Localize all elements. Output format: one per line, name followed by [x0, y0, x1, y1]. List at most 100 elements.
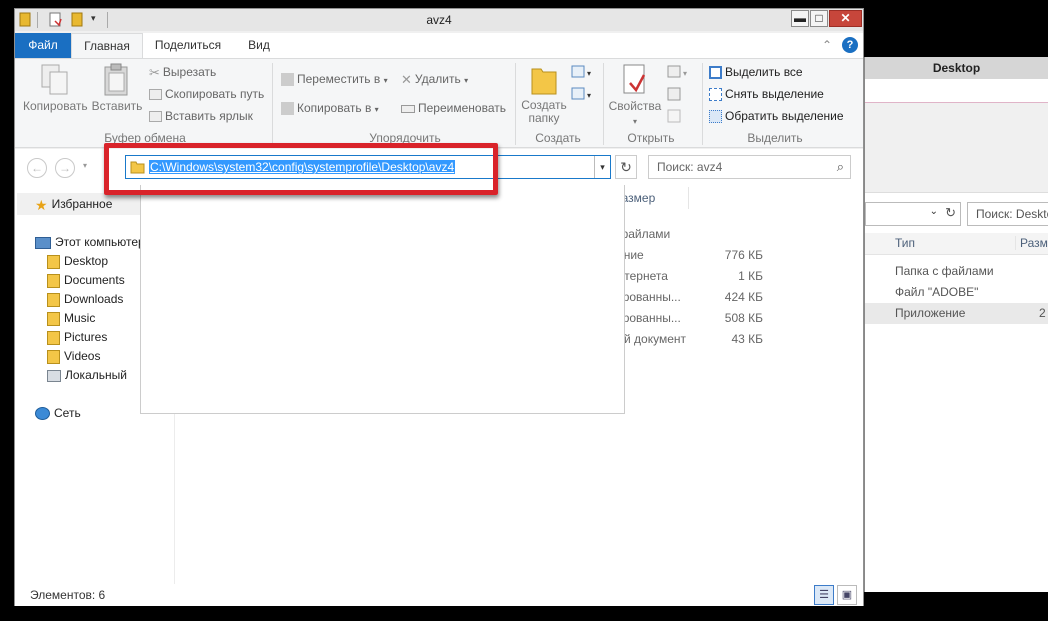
properties-icon: [623, 64, 646, 94]
group-label-open: Открыть: [627, 131, 675, 145]
copy-path-button[interactable]: Скопировать путь: [149, 87, 264, 101]
search-input[interactable]: Поиск: avz4 ⌕: [648, 155, 851, 179]
search-icon: ⌕: [836, 159, 844, 174]
list-item[interactable]: Приложение 2: [865, 303, 1048, 324]
status-bar: Элементов: 6 ☰ ▣: [15, 584, 863, 606]
search-placeholder: Поиск: avz4: [657, 160, 723, 174]
paste-shortcut-button[interactable]: Вставить ярлык: [149, 109, 253, 123]
refresh-button[interactable]: ↻: [615, 155, 637, 179]
history-icon[interactable]: [667, 109, 681, 126]
copy-to-icon: [281, 102, 294, 116]
column-type[interactable]: Тип: [895, 236, 915, 250]
invert-selection-button[interactable]: Обратить выделение: [709, 109, 844, 124]
delete-button[interactable]: ✕ Удалить ▾: [401, 72, 468, 88]
address-autocomplete-dropdown[interactable]: [140, 185, 625, 414]
nav-network[interactable]: Сеть: [35, 404, 81, 422]
drive-icon: [47, 369, 61, 382]
computer-icon: [35, 236, 51, 249]
ribbon: Копировать Вставить ✂ Вырезать Скопироват…: [15, 58, 863, 148]
svg-text:▾: ▾: [683, 69, 687, 78]
list-item[interactable]: Папка с файлами: [865, 261, 1048, 282]
nav-item-documents[interactable]: Documents: [47, 271, 125, 289]
easy-access-icon[interactable]: ▾: [571, 87, 595, 104]
explorer-window: ▾ avz4 ▬ □ ✕ Файл Главная Поделиться Вид…: [14, 8, 864, 606]
back-button[interactable]: ←: [27, 158, 47, 178]
background-column-header: Тип Разме: [865, 233, 1048, 255]
delete-icon: ✕: [401, 72, 412, 87]
star-icon: ★: [35, 196, 48, 213]
network-icon: [35, 407, 50, 421]
new-item-icon[interactable]: ▾: [571, 65, 595, 82]
chevron-down-icon[interactable]: ▾: [594, 156, 610, 178]
folder-icon: [47, 349, 60, 364]
maximize-button[interactable]: □: [810, 10, 828, 27]
folder-icon: [47, 254, 60, 269]
copy-icon: [41, 64, 68, 95]
copy-button[interactable]: Копировать: [23, 63, 88, 113]
file-row[interactable]: лированны... 508 КБ: [609, 308, 763, 329]
background-search-input[interactable]: Поиск: Deskto: [967, 202, 1048, 226]
svg-text:▾: ▾: [587, 69, 591, 78]
large-icons-view-icon[interactable]: ▣: [837, 585, 857, 605]
copy-to-button[interactable]: Копировать в ▾: [281, 101, 379, 116]
shortcut-icon: [149, 111, 162, 123]
file-row[interactable]: с файлами: [609, 224, 763, 245]
background-address-bar[interactable]: ⌄ ↻: [865, 202, 961, 226]
rename-button[interactable]: Переименовать: [401, 101, 506, 115]
copy-path-icon: [149, 89, 162, 101]
minimize-button[interactable]: ▬: [791, 10, 809, 27]
tab-file[interactable]: Файл: [15, 33, 71, 58]
invert-selection-icon: [709, 110, 722, 124]
folder-icon: [47, 330, 60, 345]
file-row[interactable]: лированны... 424 КБ: [609, 287, 763, 308]
nav-favorites-label[interactable]: ★ Избранное: [35, 195, 112, 213]
window-title: avz4: [426, 13, 452, 27]
file-row[interactable]: Интернета 1 КБ: [609, 266, 763, 287]
tab-home[interactable]: Главная: [71, 33, 143, 58]
details-view-icon[interactable]: ☰: [814, 585, 834, 605]
nav-item-desktop[interactable]: Desktop: [47, 252, 108, 270]
folder-icon: [47, 273, 60, 288]
nav-item-music[interactable]: Music: [47, 309, 95, 327]
nav-item-videos[interactable]: Videos: [47, 347, 100, 365]
tab-view[interactable]: Вид: [241, 33, 277, 58]
chevron-down-icon[interactable]: ⌄: [930, 206, 938, 217]
select-none-icon: [709, 88, 722, 102]
move-to-button[interactable]: Переместить в ▾: [281, 72, 388, 87]
tab-share[interactable]: Поделиться: [146, 33, 230, 58]
folder-icon: [47, 292, 60, 307]
close-button[interactable]: ✕: [829, 10, 862, 27]
select-none-button[interactable]: Снять выделение: [709, 87, 824, 102]
svg-text:▾: ▾: [587, 91, 591, 100]
background-window: Desktop ⌄ ↻ Поиск: Deskto Тип Разме Папк…: [864, 57, 1048, 592]
edit-icon[interactable]: [667, 87, 681, 104]
paste-button[interactable]: Вставить: [89, 63, 145, 113]
new-folder-button[interactable]: Создать папку: [520, 63, 568, 125]
background-window-title: Desktop: [865, 57, 1048, 79]
properties-button[interactable]: Свойства ▾: [607, 63, 663, 127]
item-count: Элементов: 6: [30, 588, 106, 602]
column-size[interactable]: Разме: [1015, 236, 1048, 250]
nav-item-local-disk[interactable]: Локальный: [47, 366, 127, 384]
rename-icon: [401, 104, 415, 113]
list-item[interactable]: Файл "ADOBE": [865, 282, 1048, 303]
refresh-icon[interactable]: ↻: [945, 205, 956, 221]
group-label-select: Выделить: [747, 131, 803, 145]
file-row[interactable]: жение 776 КБ: [609, 245, 763, 266]
file-row[interactable]: вый документ 43 КБ: [609, 329, 763, 350]
nav-item-downloads[interactable]: Downloads: [47, 290, 123, 308]
nav-this-pc[interactable]: Этот компьютер: [35, 233, 145, 251]
forward-button[interactable]: →: [55, 158, 75, 178]
recent-locations-icon[interactable]: ▾: [83, 161, 87, 170]
help-icon[interactable]: ?: [842, 37, 858, 53]
cut-button[interactable]: ✂ Вырезать: [149, 65, 216, 81]
ribbon-tabs: Файл Главная Поделиться Вид ⌃ ?: [15, 33, 863, 58]
select-all-button[interactable]: Выделить все: [709, 65, 803, 80]
red-highlight-box: [104, 143, 498, 195]
collapse-ribbon-icon[interactable]: ⌃: [822, 38, 832, 52]
title-bar[interactable]: ▾ avz4 ▬ □ ✕: [15, 9, 863, 31]
select-all-icon: [709, 66, 722, 80]
nav-item-pictures[interactable]: Pictures: [47, 328, 107, 346]
folder-icon: [47, 311, 60, 326]
open-icon[interactable]: ▾: [667, 65, 691, 82]
